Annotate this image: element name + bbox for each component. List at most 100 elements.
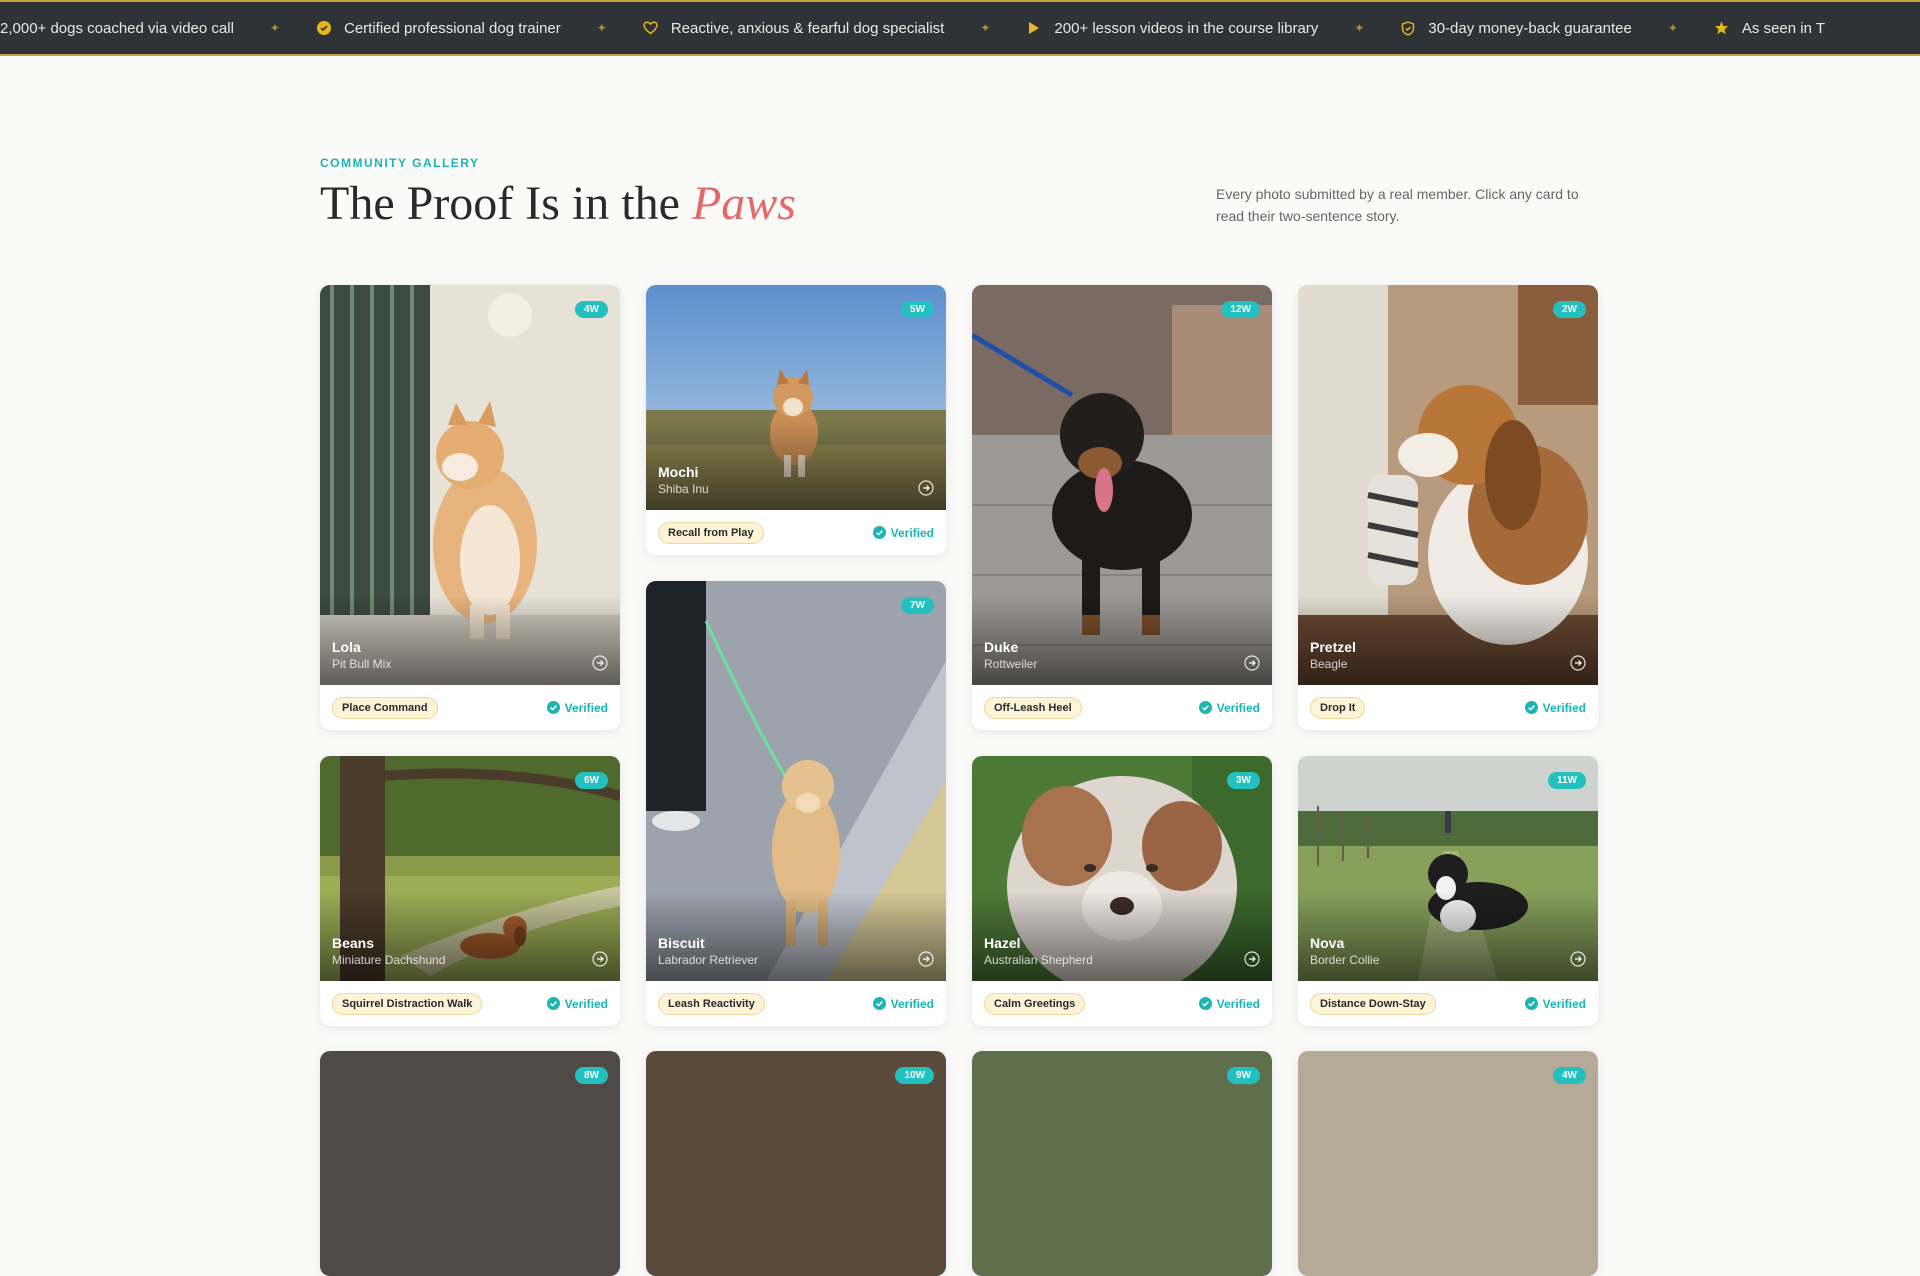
shield-icon	[1400, 20, 1416, 36]
arrow-circle-icon[interactable]	[1244, 951, 1260, 967]
verified-label: Verified	[1524, 996, 1586, 1011]
card-footer: Leash Reactivity Verified	[646, 981, 946, 1026]
gallery-card[interactable]: 4W	[1298, 1051, 1598, 1276]
dog-name: Pretzel	[1310, 639, 1356, 655]
dog-breed: Border Collie	[1310, 953, 1380, 967]
weeks-badge: 5W	[901, 301, 934, 318]
check-circle-icon	[1198, 701, 1212, 714]
card-footer: Squirrel Distraction Walk Verified	[320, 981, 620, 1026]
gallery-card[interactable]: 8W	[320, 1051, 620, 1276]
gallery-card-nova[interactable]: 11W Nova Border Collie Distance Down-Sta…	[1298, 756, 1598, 1026]
ticker-text: 200+ lesson videos in the course library	[1054, 19, 1319, 37]
weeks-badge: 8W	[575, 1067, 608, 1084]
weeks-badge: 9W	[1227, 1067, 1260, 1084]
dog-photo: 8W	[320, 1051, 620, 1276]
sparkle-icon: ✦	[980, 21, 991, 35]
check-circle-icon	[1524, 701, 1538, 714]
dog-name: Biscuit	[658, 935, 705, 951]
check-circle-icon	[316, 20, 332, 36]
dog-breed: Rottweiler	[984, 657, 1038, 671]
weeks-badge: 3W	[1227, 772, 1260, 789]
dog-name: Duke	[984, 639, 1019, 655]
gallery-card[interactable]: 10W	[646, 1051, 946, 1276]
play-icon	[1026, 20, 1042, 36]
title-accent: Paws	[691, 177, 796, 230]
dog-name: Nova	[1310, 935, 1345, 951]
ticker-text: 2,000+ dogs coached via video call	[0, 19, 234, 37]
gallery-card-pretzel[interactable]: 2W Pretzel Beagle Drop It Verified	[1298, 285, 1598, 730]
verified-text: Verified	[890, 996, 934, 1011]
verified-text: Verified	[1542, 996, 1586, 1011]
dog-photo: 11W Nova Border Collie	[1298, 756, 1598, 981]
arrow-circle-icon[interactable]	[1570, 655, 1586, 671]
dog-breed: Shiba Inu	[658, 482, 709, 496]
dog-photo: 12W Duke Rottweiler	[972, 285, 1272, 685]
ticker-item: 30-day money-back guarantee	[1400, 19, 1632, 37]
gallery-card-biscuit[interactable]: 7W Biscuit Labrador Retriever Leash Reac…	[646, 581, 946, 1026]
dog-photo: 6W Beans Miniature Dachshund	[320, 756, 620, 981]
verified-label: Verified	[1198, 996, 1260, 1011]
gallery-card-hazel[interactable]: 3W Hazel Australian Shepherd Calm Greeti…	[972, 756, 1272, 1026]
gallery-card-lola[interactable]: 4W Lola Pit Bull Mix Place Command Verif…	[320, 285, 620, 730]
verified-text: Verified	[1542, 700, 1586, 715]
arrow-circle-icon[interactable]	[1244, 655, 1260, 671]
ticker-text: Certified professional dog trainer	[343, 19, 561, 37]
arrow-circle-icon[interactable]	[592, 951, 608, 967]
verified-label: Verified	[546, 996, 608, 1011]
ticker-text: 30-day money-back guarantee	[1428, 19, 1632, 37]
arrow-circle-icon[interactable]	[592, 655, 608, 671]
star-icon	[1714, 20, 1730, 36]
check-circle-icon	[872, 526, 886, 539]
skill-tag: Distance Down-Stay	[1310, 992, 1436, 1015]
verified-text: Verified	[890, 525, 934, 540]
dog-photo: 4W	[1298, 1051, 1598, 1276]
dog-breed: Beagle	[1310, 657, 1348, 671]
ticker-item: 2,000+ dogs coached via video call	[0, 20, 234, 37]
arrow-circle-icon[interactable]	[918, 951, 934, 967]
card-footer: Recall from Play Verified	[646, 510, 946, 555]
weeks-badge: 11W	[1547, 772, 1586, 789]
dog-breed: Miniature Dachshund	[332, 953, 446, 967]
weeks-badge: 7W	[901, 597, 934, 614]
gallery-card-mochi[interactable]: 5W Mochi Shiba Inu Recall from Play Veri…	[646, 285, 946, 555]
skill-tag: Calm Greetings	[984, 992, 1086, 1015]
gallery-card-beans[interactable]: 6W Beans Miniature Dachshund Squirrel Di…	[320, 756, 620, 1026]
verified-text: Verified	[1216, 700, 1260, 715]
skill-tag: Off-Leash Heel	[984, 696, 1082, 719]
ticker-text: Reactive, anxious & fearful dog speciali…	[670, 19, 945, 37]
ticker-item: As seen in T	[1714, 20, 1825, 37]
check-circle-icon	[872, 997, 886, 1010]
gallery-card[interactable]: 9W	[972, 1051, 1272, 1276]
check-circle-icon	[1198, 997, 1212, 1010]
ticker-item: Reactive, anxious & fearful dog speciali…	[643, 20, 944, 37]
verified-label: Verified	[872, 525, 934, 540]
ticker-item: Certified professional dog trainer	[316, 20, 561, 37]
dog-name: Mochi	[658, 464, 699, 480]
skill-tag: Place Command	[332, 696, 438, 719]
sparkle-icon: ✦	[1354, 21, 1365, 35]
dog-name: Lola	[332, 639, 361, 655]
card-footer: Drop It Verified	[1298, 685, 1598, 730]
weeks-badge: 4W	[1553, 1067, 1586, 1084]
dog-breed: Pit Bull Mix	[332, 657, 392, 671]
dog-photo: 4W Lola Pit Bull Mix	[320, 285, 620, 685]
skill-tag: Drop It	[1310, 696, 1366, 719]
ticker-track: 2,000+ dogs coached via video call ✦ Cer…	[0, 2, 1825, 54]
arrow-circle-icon[interactable]	[1570, 951, 1586, 967]
section-intro: Every photo submitted by a real member. …	[1216, 186, 1579, 224]
weeks-badge: 12W	[1221, 301, 1260, 318]
gallery-card-duke[interactable]: 12W Duke Rottweiler Off-Leash Heel Verif…	[972, 285, 1272, 730]
card-footer: Distance Down-Stay Verified	[1298, 981, 1598, 1026]
dog-breed: Labrador Retriever	[658, 953, 759, 967]
verified-label: Verified	[872, 996, 934, 1011]
dog-photo: 10W	[646, 1051, 946, 1276]
sparkle-icon: ✦	[596, 21, 607, 35]
arrow-circle-icon[interactable]	[918, 480, 934, 496]
dog-photo: 9W	[972, 1051, 1272, 1276]
verified-text: Verified	[564, 996, 608, 1011]
card-footer: Calm Greetings Verified	[972, 981, 1272, 1026]
verified-text: Verified	[564, 700, 608, 715]
verified-text: Verified	[1216, 996, 1260, 1011]
card-footer: Off-Leash Heel Verified	[972, 685, 1272, 730]
verified-label: Verified	[546, 700, 608, 715]
